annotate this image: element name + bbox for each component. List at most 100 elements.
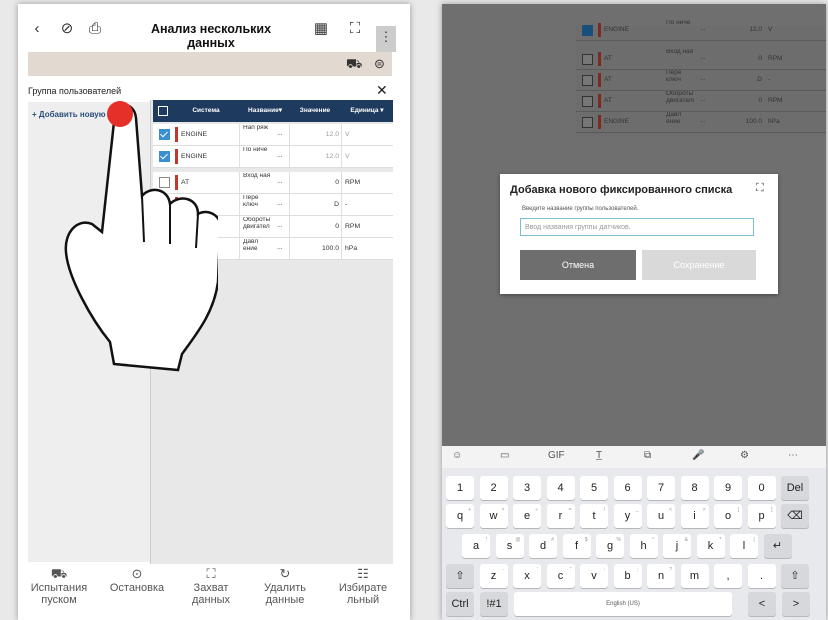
key-s[interactable]: s @ xyxy=(495,534,524,558)
settings-icon[interactable]: ⊜ xyxy=(374,56,385,72)
key-4[interactable]: 5 xyxy=(580,476,608,500)
row-name: Пере ключ xyxy=(666,70,682,83)
key-i[interactable]: i > xyxy=(680,504,709,528)
row-more[interactable]: ... xyxy=(277,152,283,159)
row-more[interactable]: ... xyxy=(277,130,283,137)
cursor-left-key[interactable]: < xyxy=(748,592,776,616)
fullscreen-icon[interactable]: ⛶ xyxy=(344,18,366,38)
nav-label: Удалить данные xyxy=(264,582,306,606)
key-j[interactable]: j & xyxy=(663,534,691,558)
nav-item-car-test[interactable]: ⛟ Испытания пуском xyxy=(24,567,94,606)
settings-icon[interactable]: ⚙ xyxy=(740,450,749,461)
key-9[interactable]: . xyxy=(747,564,776,588)
nav-item-refresh[interactable]: ↻ Удалить данные xyxy=(250,566,320,606)
key-1[interactable]: 2 xyxy=(479,476,508,500)
symbols-key[interactable]: !#1 xyxy=(480,592,508,616)
nav-item-selective[interactable]: ☷ Избирате льный xyxy=(328,567,398,606)
key-g[interactable]: g% xyxy=(596,534,624,558)
key-e[interactable]: e ÷ xyxy=(513,504,541,528)
key-r[interactable]: r = xyxy=(546,504,575,528)
nav-item-capture[interactable]: ⛶ Захват данных xyxy=(176,567,246,606)
key-6[interactable]: 7 xyxy=(647,476,675,500)
truck-icon[interactable]: ⛟ xyxy=(346,56,362,74)
key-9[interactable]: 0 xyxy=(747,476,776,500)
calendar-icon[interactable]: ▦ xyxy=(310,18,332,38)
key-y[interactable]: y _ xyxy=(613,504,642,528)
modal-overlay[interactable]: ENGINE По ниче... 12.0 V AT Вход ная... 0 RPM AT… xyxy=(442,4,826,446)
key-[interactable]: ⌫ xyxy=(781,504,809,528)
cursor-right-key[interactable]: > xyxy=(782,592,810,616)
key-10[interactable]: Del xyxy=(781,476,809,500)
key-0[interactable]: 1 xyxy=(446,476,474,500)
key-alt-label: ÷ xyxy=(535,507,538,513)
cancel-button[interactable]: Отмена xyxy=(520,250,636,280)
shift-key[interactable]: ⇧ xyxy=(781,564,809,588)
row-more[interactable]: ... xyxy=(277,178,283,185)
row-value: 100.0 xyxy=(745,118,762,125)
key-3[interactable]: 4 xyxy=(546,476,575,500)
key-7[interactable]: m xyxy=(680,564,709,588)
key-label: u xyxy=(657,510,665,522)
row-more[interactable]: ... xyxy=(277,200,283,207)
key-l[interactable]: l( xyxy=(730,534,758,558)
key-t[interactable]: t / xyxy=(580,504,608,528)
close-icon[interactable]: ✕ xyxy=(376,82,388,99)
col-name[interactable]: Название▾ xyxy=(241,100,289,122)
key-2[interactable]: 3 xyxy=(513,476,541,500)
shift-key[interactable]: ⇧ xyxy=(446,564,474,588)
gif-icon[interactable]: GIF xyxy=(548,450,565,461)
row-more[interactable]: ... xyxy=(277,244,283,251)
table-row: AT Обороты двигателя... 0 RPM xyxy=(576,91,826,112)
fullscreen-icon[interactable]: ⛶ xyxy=(756,182,764,195)
emoji-icon[interactable]: ☺ xyxy=(452,450,462,461)
more-icon[interactable]: ⋯ xyxy=(788,450,798,461)
key-label: 3 xyxy=(523,482,531,494)
save-button[interactable]: Сохранение xyxy=(642,250,756,280)
vehicle-info-icon[interactable]: ⎙ xyxy=(84,18,106,38)
nav-item-stop[interactable]: ⊙ Остановка xyxy=(102,567,172,594)
key-h[interactable]: h ^ xyxy=(629,534,658,558)
key-o[interactable]: o[ xyxy=(714,504,742,528)
key-label: m xyxy=(689,570,700,582)
space-key[interactable]: English (US) xyxy=(514,592,732,616)
ctrl-key[interactable]: Ctrl xyxy=(446,592,474,616)
key-q[interactable]: q + xyxy=(446,504,474,528)
key-2[interactable]: x ' xyxy=(513,564,541,588)
back-icon[interactable]: ‹ xyxy=(26,18,48,38)
col-unit[interactable]: Единица ▾ xyxy=(341,100,393,122)
text-format-icon[interactable]: T̲ xyxy=(596,450,602,461)
key-7[interactable]: 8 xyxy=(680,476,709,500)
row-more[interactable]: ... xyxy=(277,222,283,229)
key-w[interactable]: w × xyxy=(479,504,508,528)
key-d[interactable]: d # xyxy=(529,534,557,558)
clipboard-icon[interactable]: ⧉ xyxy=(644,450,651,461)
key-u[interactable]: u < xyxy=(647,504,675,528)
enter-key[interactable]: ↵ xyxy=(763,534,792,558)
group-name-input[interactable]: Ввод названия группы датчиков. xyxy=(520,218,754,236)
key-f[interactable]: f $ xyxy=(562,534,591,558)
refresh-icon: ↻ xyxy=(279,566,291,581)
key-8[interactable]: 9 xyxy=(714,476,742,500)
key-5[interactable]: 6 xyxy=(613,476,642,500)
key-3[interactable]: c " xyxy=(546,564,575,588)
more-menu-button[interactable]: ⋮ xyxy=(376,26,396,52)
col-value[interactable]: Значение xyxy=(289,100,341,122)
key-label: q xyxy=(456,510,464,522)
key-5[interactable]: b; xyxy=(613,564,642,588)
row-value: 100.0 xyxy=(321,245,339,252)
key-a[interactable]: a! xyxy=(462,534,490,558)
key-4[interactable]: v: xyxy=(580,564,608,588)
row-value: D xyxy=(757,76,762,83)
key-6[interactable]: n? xyxy=(647,564,675,588)
page-title: Анализ нескольких данных xyxy=(150,22,272,50)
key-1[interactable]: z- xyxy=(479,564,508,588)
no-signal-icon[interactable]: ⊘ xyxy=(56,18,78,38)
key-8[interactable]: , xyxy=(714,564,742,588)
key-label: d xyxy=(539,540,547,552)
row-value: D xyxy=(334,201,339,208)
sticker-icon[interactable]: ▭ xyxy=(500,450,509,461)
key-p[interactable]: p] xyxy=(747,504,776,528)
mic-icon[interactable]: 🎤 xyxy=(692,450,704,461)
key-k[interactable]: k * xyxy=(696,534,725,558)
add-list-dialog: Добавка нового фиксированного списка ⛶ В… xyxy=(500,174,778,294)
